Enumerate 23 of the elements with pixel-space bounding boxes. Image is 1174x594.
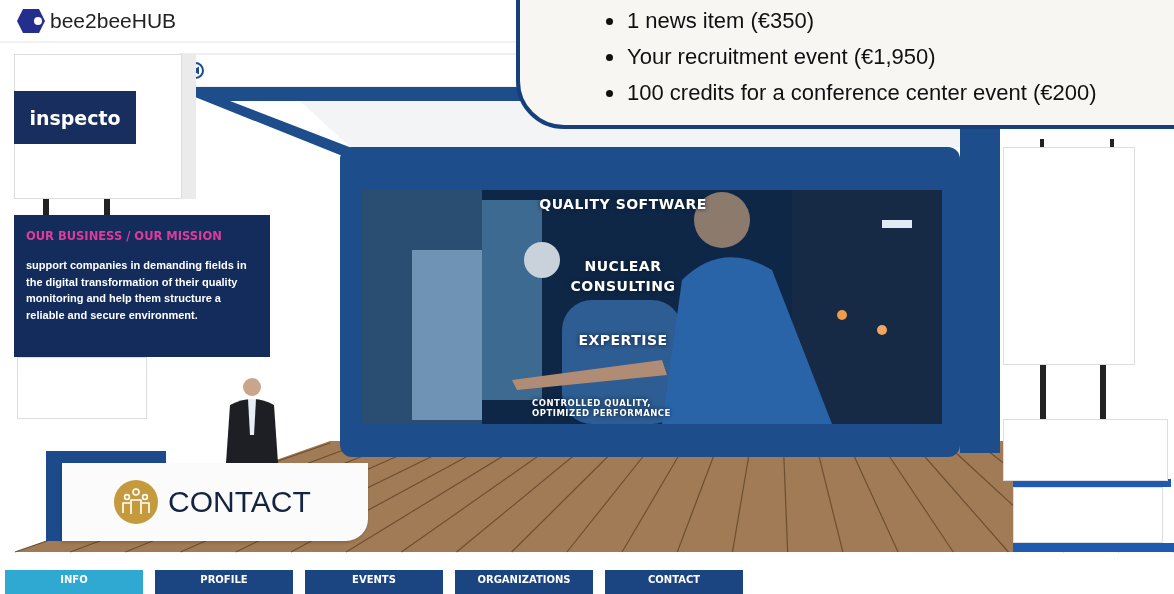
contact-desk[interactable]: CONTACT (62, 463, 368, 541)
bullet-icon (606, 53, 613, 61)
bullet-icon (606, 17, 613, 25)
banner-text: NUCLEAR CONSULTING (569, 257, 677, 296)
notice-item: Your recruitment event (€1,950) (627, 44, 936, 70)
nav-tab[interactable]: CONTACT (605, 570, 743, 594)
mission-text: support companies in demanding fields in the digital transformation of their quality monitoring and help them structure a reliable and secure environment. (26, 258, 248, 323)
notice-item: 100 credits for a conference center event (€200) (627, 80, 1097, 106)
site-logo-text: bee2beeHUB (50, 8, 177, 33)
hexagon-logo-icon (16, 7, 46, 34)
mission-title: OUR BUSINESS / OUR MISSION (26, 229, 223, 243)
banner-text: CONTROLLED QUALITY, OPTIMIZED PERFORMANCE (532, 398, 672, 418)
bullet-icon (606, 89, 613, 97)
people-icon (114, 480, 158, 524)
banner-text: EXPERTISE (577, 332, 669, 348)
desk-label: CONTACT (168, 485, 311, 519)
banner-text: QUALITY SOFTWARE (538, 196, 708, 212)
notice-item: 1 news item (€350) (627, 8, 815, 34)
nav-tab[interactable]: PROFILE (155, 570, 293, 594)
nav-tab[interactable]: ORGANIZATIONS (455, 570, 593, 594)
nav-tab[interactable]: EVENTS (305, 570, 443, 594)
banner-screen[interactable]: QUALITY SOFTWARE NUCLEAR CONSULTING EXPERTISE CONTROLLED QUALITY, OPTIMIZED PERFORMANCE (362, 190, 942, 424)
company-logo[interactable]: inspecto (14, 91, 136, 144)
